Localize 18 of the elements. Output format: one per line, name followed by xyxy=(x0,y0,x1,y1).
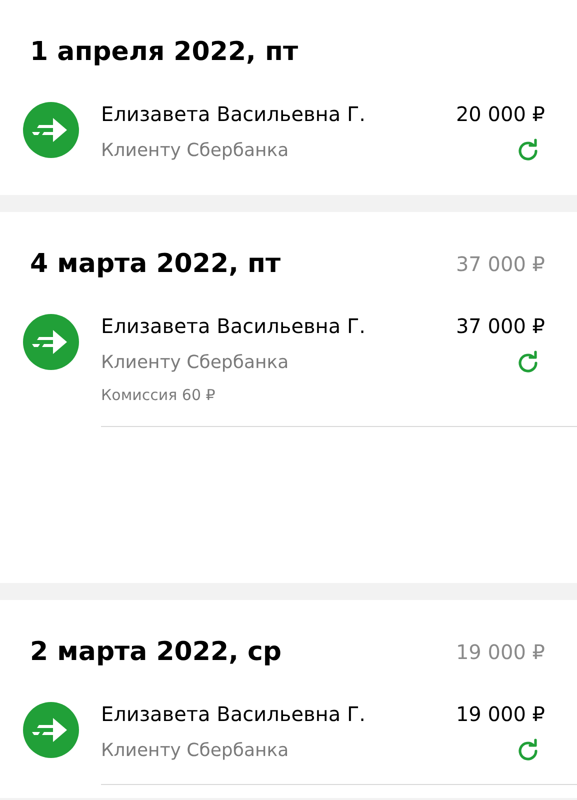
recipient-name: Елизавета Васильевна Г. xyxy=(101,701,366,728)
day-total: 37 000 ₽ xyxy=(456,251,545,278)
date-heading: 1 апреля 2022, пт xyxy=(30,36,298,69)
date-heading: 2 марта 2022, ср xyxy=(30,636,282,669)
transfer-type: Клиенту Сбербанка xyxy=(101,739,290,763)
transfer-type: Клиенту Сбербанка xyxy=(101,351,290,375)
recipient-name: Елизавета Васильевна Г. xyxy=(101,101,366,128)
amount: 37 000 ₽ xyxy=(456,313,545,340)
transfer-row[interactable]: Елизавета Васильевна Г. Клиенту Сбербанка Комиссия 60 ₽ 37 000 ₽ xyxy=(0,284,577,427)
transfer-row[interactable]: Елизавета Васильевна Г. Клиенту Сбербанка 20 000 ₽ xyxy=(0,72,577,184)
amount: 20 000 ₽ xyxy=(456,101,545,128)
recipient-name: Елизавета Васильевна Г. xyxy=(101,313,366,340)
amount: 19 000 ₽ xyxy=(456,701,545,728)
transfer-row[interactable]: Елизавета Васильевна Г. Клиенту Сбербанка 19 000 ₽ xyxy=(0,672,577,785)
date-heading: 4 марта 2022, пт xyxy=(30,248,281,281)
commission: Комиссия 60 ₽ xyxy=(101,385,216,406)
transfer-type: Клиенту Сбербанка xyxy=(101,139,290,163)
day-total: 19 000 ₽ xyxy=(456,639,545,666)
